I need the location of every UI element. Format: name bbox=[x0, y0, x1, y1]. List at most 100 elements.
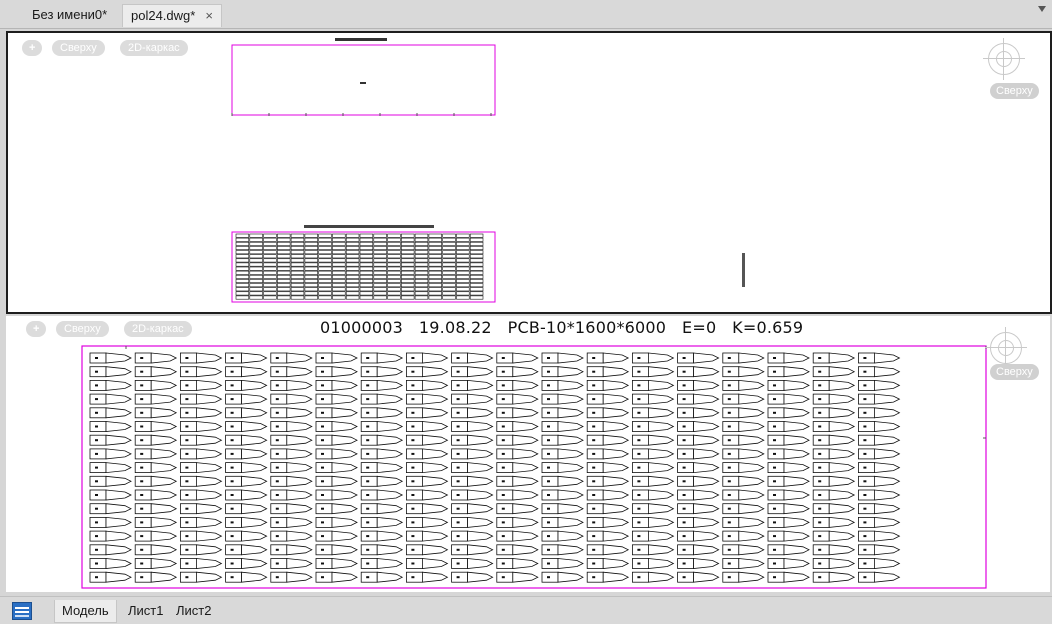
layout-list-icon[interactable] bbox=[12, 602, 32, 620]
nest-part-label bbox=[275, 507, 279, 510]
nest-part-label bbox=[682, 548, 686, 551]
close-icon[interactable]: × bbox=[205, 8, 213, 23]
mini-part bbox=[469, 241, 484, 246]
view-cube-label[interactable]: Сверху bbox=[990, 83, 1039, 99]
nest-part-tip bbox=[241, 352, 268, 364]
nest-part-label bbox=[727, 370, 731, 373]
nest-part-label bbox=[727, 466, 731, 469]
nest-part-label bbox=[456, 357, 460, 359]
nest-part-label bbox=[185, 576, 189, 579]
view-mode-button[interactable]: Сверху bbox=[56, 321, 109, 337]
nest-part-tip bbox=[241, 475, 268, 487]
nest-part-label bbox=[818, 370, 822, 373]
nest-part-label bbox=[321, 370, 324, 373]
mini-part bbox=[359, 287, 374, 292]
mini-part bbox=[469, 246, 484, 251]
mini-part bbox=[428, 291, 442, 296]
mini-part bbox=[387, 287, 401, 292]
nest-part-label bbox=[818, 357, 822, 359]
nest-part-tip bbox=[738, 530, 765, 542]
viewport-bottom[interactable]: + Сверху 2D-каркас 01000003 19.08.22 PCB… bbox=[6, 316, 1050, 592]
mini-part bbox=[277, 287, 291, 292]
nest-part-label bbox=[773, 398, 776, 401]
nest-part-label bbox=[140, 494, 144, 496]
viewport-menu-button[interactable]: + bbox=[26, 321, 47, 337]
mini-part bbox=[290, 262, 305, 267]
nest-part-label bbox=[773, 535, 776, 538]
mini-part bbox=[332, 279, 346, 284]
tab-sheet1[interactable]: Лист1 bbox=[121, 600, 170, 622]
viewport-top[interactable]: + Сверху 2D-каркас Сверху bbox=[6, 31, 1052, 314]
tab-pol24[interactable]: pol24.dwg* × bbox=[122, 4, 222, 27]
nest-part-tip bbox=[874, 475, 901, 487]
mini-part bbox=[359, 295, 374, 300]
tab-sheet2[interactable]: Лист2 bbox=[169, 600, 218, 622]
frame-center-mark bbox=[360, 82, 366, 84]
nest-part-tip bbox=[286, 379, 313, 391]
visual-style-button[interactable]: 2D-каркас bbox=[120, 40, 188, 56]
nest-part-label bbox=[230, 384, 234, 387]
nest-part-tip bbox=[105, 503, 132, 515]
mini-part bbox=[304, 266, 318, 271]
nest-part-tip bbox=[150, 544, 178, 556]
mini-part bbox=[456, 266, 470, 271]
chevron-down-icon[interactable] bbox=[1038, 6, 1046, 12]
nest-part-tip bbox=[557, 462, 584, 474]
mini-part bbox=[263, 283, 277, 288]
nest-part-tip bbox=[376, 558, 404, 569]
nest-part-tip bbox=[648, 421, 675, 432]
nest-part-tip bbox=[512, 462, 539, 474]
nest-part-tip bbox=[648, 379, 675, 391]
mini-part bbox=[277, 295, 291, 300]
nest-part-tip bbox=[783, 434, 810, 446]
nest-part-label bbox=[592, 521, 596, 524]
nest-part-label bbox=[456, 370, 460, 373]
nest-part-tip bbox=[602, 393, 630, 405]
nest-part-tip bbox=[421, 475, 449, 487]
mini-part bbox=[469, 291, 484, 296]
nest-part-label bbox=[682, 562, 686, 565]
nest-part-label bbox=[592, 398, 596, 401]
nest-part-label bbox=[547, 521, 550, 524]
mini-part bbox=[414, 295, 429, 300]
view-mode-button[interactable]: Сверху bbox=[52, 40, 105, 56]
mini-part bbox=[249, 283, 263, 288]
nest-part-label bbox=[95, 521, 98, 524]
visual-style-button[interactable]: 2D-каркас bbox=[124, 321, 192, 337]
mini-part bbox=[318, 287, 332, 292]
tab-model[interactable]: Модель bbox=[54, 600, 117, 623]
nest-part-tip bbox=[828, 366, 856, 378]
nest-part-label bbox=[818, 494, 822, 496]
nest-part-tip bbox=[648, 571, 675, 583]
nest-part-tip bbox=[331, 516, 358, 528]
mini-part bbox=[373, 295, 387, 300]
nest-part-tip bbox=[195, 352, 223, 364]
mini-part bbox=[332, 254, 346, 259]
nest-part-tip bbox=[467, 434, 494, 446]
mini-part bbox=[290, 270, 305, 275]
mini-part bbox=[373, 270, 387, 275]
nest-part-tip bbox=[738, 571, 765, 583]
mini-part bbox=[277, 266, 291, 271]
nest-part-tip bbox=[693, 516, 720, 528]
nest-part-label bbox=[456, 466, 460, 469]
tab-untitled[interactable]: Без имени0* bbox=[24, 4, 115, 26]
nest-part-label bbox=[501, 535, 505, 538]
nest-part-label bbox=[818, 439, 822, 442]
nest-part-label bbox=[230, 494, 234, 496]
view-cube-label[interactable]: Сверху bbox=[990, 364, 1039, 380]
nest-part-label bbox=[230, 576, 234, 579]
nest-part-label bbox=[818, 411, 822, 414]
nest-part-label bbox=[411, 494, 415, 496]
nest-part-tip bbox=[467, 379, 494, 391]
view-cube-icon[interactable] bbox=[985, 327, 1027, 369]
nest-part-tip bbox=[828, 571, 856, 583]
nest-part-tip bbox=[693, 407, 720, 419]
mini-part bbox=[263, 295, 277, 300]
nest-part-label bbox=[411, 562, 415, 565]
mini-part bbox=[290, 258, 305, 263]
view-cube-icon[interactable] bbox=[983, 38, 1025, 80]
nest-part-label bbox=[95, 357, 98, 359]
nest-part-tip bbox=[286, 434, 313, 446]
viewport-menu-button[interactable]: + bbox=[22, 40, 43, 56]
